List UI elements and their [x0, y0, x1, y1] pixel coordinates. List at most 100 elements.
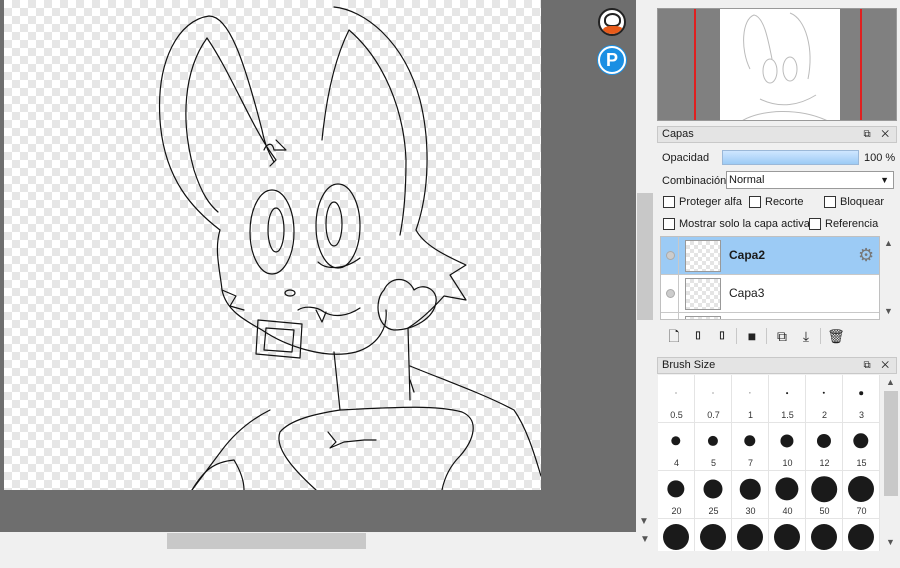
layer-row-capa2[interactable]: Capa2 ⚙ — [661, 237, 879, 275]
canvas-workspace[interactable]: P — [0, 0, 636, 532]
brush-dot — [775, 477, 799, 501]
new-1bit-layer-icon[interactable]: ▯ — [712, 326, 732, 346]
panel-window-buttons[interactable]: ⧉ ✕ — [863, 127, 893, 142]
duplicate-layer-icon[interactable]: ⧉ — [772, 326, 792, 346]
scroll-down-arrow-icon[interactable]: ▼ — [886, 537, 895, 547]
brush-size-label: 20 — [671, 506, 682, 516]
brush-size-cell[interactable]: 10 — [769, 423, 806, 471]
brush-size-label: 10 — [782, 458, 793, 468]
brush-size-label: 1 — [747, 410, 753, 420]
brush-size-cell[interactable]: 20 — [658, 471, 695, 519]
toolbar-separator — [820, 328, 821, 344]
merge-down-icon[interactable]: ⤓ — [796, 326, 816, 346]
blend-mode-select[interactable]: Normal ▼ — [726, 171, 894, 189]
brush-size-cell[interactable]: 0.5 — [658, 375, 695, 423]
brush-dot — [712, 392, 714, 394]
p-logo-glyph: P — [605, 50, 618, 70]
brush-size-cell[interactable]: 2 — [806, 375, 843, 423]
brush-size-cell[interactable]: 0.7 — [695, 375, 732, 423]
brush-size-cell[interactable] — [843, 519, 880, 551]
brush-size-cell[interactable]: 70 — [843, 471, 880, 519]
toolbar-separator — [736, 328, 737, 344]
p-logo-app-icon[interactable]: P — [598, 46, 626, 74]
lock-checkbox[interactable]: Bloquear — [824, 196, 884, 208]
navigator-preview[interactable] — [657, 8, 897, 121]
line-art-drawing — [158, 6, 541, 490]
brush-size-label: 5 — [710, 458, 716, 468]
protect-alpha-checkbox[interactable]: Proteger alfa — [663, 196, 742, 208]
checkbox-box[interactable] — [663, 218, 675, 230]
clipping-checkbox[interactable]: Recorte — [749, 196, 804, 208]
show-active-only-label: Mostrar solo la capa activa — [679, 218, 810, 230]
brush-size-grid[interactable]: 0.5 0.7 1 1.5 2 3 4 5 7 10 12 15 20 25 30 40 50 70 — [658, 375, 880, 551]
new-layer-icon[interactable]: 🗋 — [664, 326, 684, 346]
checkbox-box[interactable] — [749, 196, 761, 208]
brush-size-cell[interactable]: 5 — [695, 423, 732, 471]
brush-size-cell[interactable]: 7 — [732, 423, 769, 471]
scroll-down-arrow-icon[interactable]: ▼ — [640, 534, 650, 545]
drawing-canvas[interactable] — [4, 0, 541, 490]
horizontal-scroll-thumb[interactable] — [167, 533, 366, 549]
canvas-vertical-scrollbar[interactable]: ▼ — [636, 0, 654, 532]
brush-dot — [780, 434, 794, 448]
lock-label: Bloquear — [840, 196, 885, 208]
brush-size-panel-title: Brush Size — [662, 359, 716, 371]
brush-size-cell[interactable] — [769, 519, 806, 551]
layer-list-scrollbar[interactable]: ▲ ▼ — [880, 236, 896, 320]
gear-icon[interactable]: ⚙ — [858, 245, 874, 266]
brush-size-scrollbar[interactable]: ▲ ▼ — [882, 375, 898, 551]
brush-size-cell[interactable]: 40 — [769, 471, 806, 519]
delete-layer-icon[interactable]: 🗑 — [826, 326, 846, 346]
brush-size-label: 30 — [745, 506, 756, 516]
brush-size-cell[interactable]: 50 — [806, 471, 843, 519]
brush-size-cell[interactable]: 12 — [806, 423, 843, 471]
checkbox-box[interactable] — [824, 196, 836, 208]
character-app-icon[interactable] — [598, 8, 626, 36]
canvas-horizontal-scrollbar[interactable]: ▼ — [0, 532, 654, 568]
brush-size-cell[interactable]: 30 — [732, 471, 769, 519]
reference-label: Referencia — [825, 218, 879, 230]
scroll-down-arrow-icon[interactable]: ▼ — [639, 516, 649, 527]
opacity-label: Opacidad — [662, 152, 710, 164]
scroll-down-arrow-icon[interactable]: ▼ — [884, 306, 893, 316]
layer-visibility-icon[interactable] — [666, 251, 675, 260]
brush-dot — [811, 476, 837, 502]
layer-separator — [678, 275, 679, 313]
scroll-up-arrow-icon[interactable]: ▲ — [884, 238, 893, 248]
brush-size-cell[interactable]: 1 — [732, 375, 769, 423]
reference-checkbox[interactable]: Referencia — [809, 218, 878, 230]
brush-size-panel-header: Brush Size ⧉ ✕ — [657, 357, 897, 374]
new-folder-icon[interactable]: ■ — [742, 326, 762, 346]
clipping-label: Recorte — [765, 196, 804, 208]
brush-size-label: 70 — [856, 506, 867, 516]
brush-size-cell[interactable] — [658, 519, 695, 551]
checkbox-box[interactable] — [809, 218, 821, 230]
layers-panel-title: Capas — [662, 128, 694, 140]
brush-size-cell[interactable]: 1.5 — [769, 375, 806, 423]
layer-separator — [678, 237, 679, 275]
layer-visibility-icon[interactable] — [666, 289, 675, 298]
brush-size-cell[interactable]: 25 — [695, 471, 732, 519]
layer-row-partial[interactable] — [661, 313, 879, 319]
layer-list[interactable]: Capa2 ⚙ Capa3 — [660, 236, 880, 320]
checkbox-box[interactable] — [663, 196, 675, 208]
brush-size-cell[interactable]: 3 — [843, 375, 880, 423]
brush-size-cell[interactable] — [695, 519, 732, 551]
brush-dot — [811, 524, 837, 550]
scroll-up-arrow-icon[interactable]: ▲ — [886, 377, 895, 387]
new-8bit-layer-icon[interactable]: ▯ — [688, 326, 708, 346]
brush-size-cell[interactable]: 15 — [843, 423, 880, 471]
brush-dot — [822, 391, 826, 395]
brush-size-cell[interactable] — [732, 519, 769, 551]
vertical-scroll-thumb[interactable] — [637, 193, 653, 320]
brush-scroll-thumb[interactable] — [884, 391, 898, 496]
brush-size-cell[interactable]: 4 — [658, 423, 695, 471]
show-active-only-checkbox[interactable]: Mostrar solo la capa activa — [663, 218, 810, 230]
panel-window-buttons[interactable]: ⧉ ✕ — [863, 358, 893, 373]
layer-thumbnail — [685, 278, 721, 310]
blend-mode-value: Normal — [729, 174, 765, 186]
opacity-slider[interactable] — [722, 150, 859, 165]
layer-row-capa3[interactable]: Capa3 — [661, 275, 879, 313]
brush-size-cell[interactable] — [806, 519, 843, 551]
brush-dot — [707, 435, 719, 447]
